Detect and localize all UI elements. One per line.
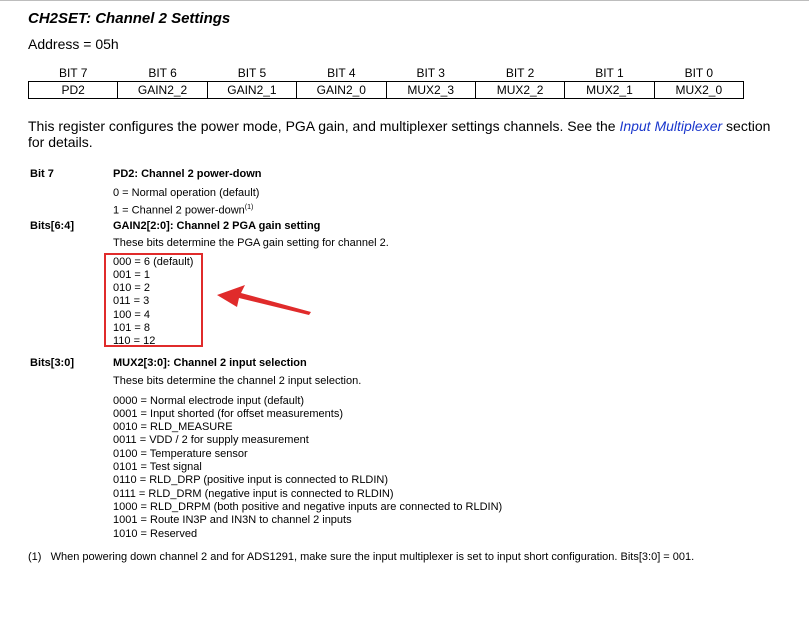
option-line: 101 = 8 bbox=[113, 322, 151, 335]
footnote-marker: (1) bbox=[28, 551, 42, 563]
bit-field: MUX2_1 bbox=[564, 81, 655, 99]
input-multiplexer-link[interactable]: Input Multiplexer bbox=[619, 118, 722, 134]
bit-header: BIT 5 bbox=[207, 65, 297, 82]
bit-header: BIT 1 bbox=[564, 65, 655, 82]
option-line: 1001 = Route IN3P and IN3N to channel 2 … bbox=[113, 514, 352, 527]
bit-field: GAIN2_0 bbox=[296, 81, 387, 99]
option-line: 001 = 1 bbox=[113, 268, 151, 281]
bit-field: MUX2_2 bbox=[474, 81, 566, 99]
register-bit-table: BIT 7 BIT 6 BIT 5 BIT 4 BIT 3 BIT 2 BIT … bbox=[27, 65, 745, 99]
section-mux2: MUX2[3:0]: Channel 2 input selection The… bbox=[113, 357, 793, 541]
section-pd2: PD2: Channel 2 power-down 0 = Normal ope… bbox=[113, 168, 793, 218]
section-heading: GAIN2[2:0]: Channel 2 PGA gain setting bbox=[113, 220, 321, 232]
bit-header: BIT 6 bbox=[117, 65, 208, 82]
page-title: CH2SET: Channel 2 Settings bbox=[28, 10, 231, 27]
top-rule bbox=[0, 0, 809, 1]
bit-field: MUX2_0 bbox=[653, 81, 745, 99]
option-line: 0011 = VDD / 2 for supply measurement bbox=[113, 434, 309, 447]
register-address: Address = 05h bbox=[28, 36, 119, 52]
bit-field: GAIN2_1 bbox=[206, 81, 298, 99]
intro-text: This register configures the power mode,… bbox=[28, 118, 620, 134]
option-line: 1 = Channel 2 power-down(1) bbox=[113, 201, 793, 218]
bit-field: PD2 bbox=[27, 81, 119, 99]
section-description: These bits determine the channel 2 input… bbox=[113, 375, 362, 388]
footnote-ref: (1) bbox=[244, 203, 254, 211]
option-line: 0101 = Test signal bbox=[113, 461, 202, 474]
section-heading: MUX2[3:0]: Channel 2 input selection bbox=[113, 357, 307, 369]
footnote-text: When powering down channel 2 and for ADS… bbox=[50, 551, 695, 563]
bit-field: MUX2_3 bbox=[385, 81, 476, 99]
footnote: (1) When powering down channel 2 and for… bbox=[28, 551, 694, 563]
bit-header-row: BIT 7 BIT 6 BIT 5 BIT 4 BIT 3 BIT 2 BIT … bbox=[28, 65, 744, 82]
option-line: 0010 = RLD_MEASURE bbox=[113, 421, 233, 434]
option-line: 0000 = Normal electrode input (default) bbox=[113, 394, 305, 407]
option-line: 0001 = Input shorted (for offset measure… bbox=[113, 407, 344, 420]
option-line: 1010 = Reserved bbox=[113, 527, 198, 540]
option-line: 0 = Normal operation (default) bbox=[113, 187, 260, 200]
section-label-bits64: Bits[6:4] bbox=[30, 220, 75, 232]
option-text: 1 = Channel 2 power-down bbox=[113, 204, 245, 217]
option-line: 0100 = Temperature sensor bbox=[113, 447, 248, 460]
bit-header: BIT 3 bbox=[386, 65, 476, 82]
red-arrow-icon bbox=[217, 285, 311, 315]
option-line: 000 = 6 (default) bbox=[113, 255, 194, 268]
section-heading: PD2: Channel 2 power-down bbox=[113, 168, 262, 180]
option-line: 0111 = RLD_DRM (negative input is connec… bbox=[113, 487, 394, 500]
bit-header: BIT 2 bbox=[475, 65, 565, 82]
bit-header: BIT 0 bbox=[654, 65, 744, 82]
section-label-bit7: Bit 7 bbox=[30, 168, 54, 180]
section-description: These bits determine the PGA gain settin… bbox=[113, 237, 389, 250]
intro-paragraph: This register configures the power mode,… bbox=[28, 118, 788, 150]
option-line: 110 = 12 bbox=[113, 335, 156, 348]
option-line: 0110 = RLD_DRP (positive input is connec… bbox=[113, 474, 389, 487]
section-label-bits30: Bits[3:0] bbox=[30, 357, 75, 369]
option-line: 1000 = RLD_DRPM (both positive and negat… bbox=[113, 500, 503, 513]
bit-header: BIT 4 bbox=[296, 65, 386, 82]
bit-field: GAIN2_2 bbox=[117, 81, 208, 99]
bit-header: BIT 7 bbox=[28, 65, 118, 82]
highlight-box bbox=[104, 253, 203, 347]
field-row: PD2 GAIN2_2 GAIN2_1 GAIN2_0 MUX2_3 MUX2_… bbox=[27, 81, 745, 99]
